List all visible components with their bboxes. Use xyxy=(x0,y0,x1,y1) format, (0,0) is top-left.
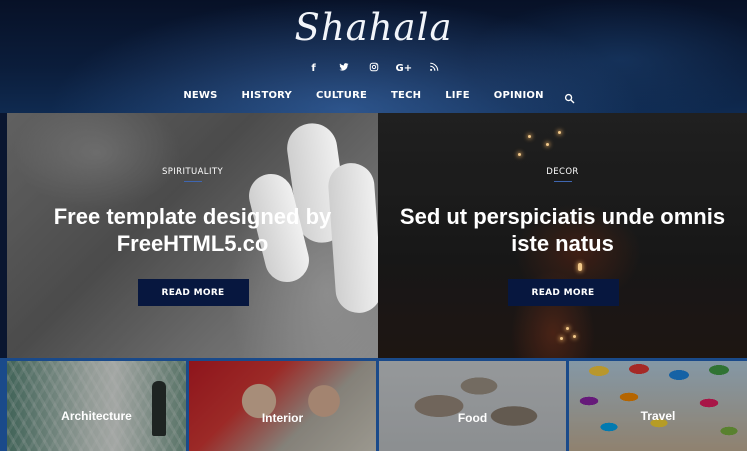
category-label: Architecture xyxy=(61,409,132,423)
read-more-button[interactable]: READ MORE xyxy=(137,279,249,306)
category-label: Food xyxy=(457,411,488,425)
site-logo[interactable]: Shahala xyxy=(0,6,747,49)
instagram-icon[interactable] xyxy=(366,62,382,76)
category-label: Travel xyxy=(640,409,676,423)
search-icon[interactable] xyxy=(564,89,576,104)
category-tile-architecture[interactable]: Architecture xyxy=(7,361,186,451)
category-divider xyxy=(553,181,572,182)
category-divider xyxy=(183,181,202,182)
hero-title[interactable]: Free template designed by FreeHTML5.co xyxy=(27,203,358,257)
read-more-button[interactable]: READ MORE xyxy=(507,279,619,306)
social-links: f G+ xyxy=(0,62,747,76)
nav-item-news[interactable]: NEWS xyxy=(183,90,217,101)
hero-title[interactable]: Sed ut perspiciatis unde omnis iste natu… xyxy=(398,203,727,257)
hero-content: DECOR Sed ut perspiciatis unde omnis ist… xyxy=(378,113,747,358)
twitter-icon[interactable] xyxy=(336,62,352,76)
category-tile-food[interactable]: Food xyxy=(379,361,566,451)
hero-category[interactable]: SPIRITUALITY xyxy=(7,167,378,177)
nav-item-life[interactable]: LIFE xyxy=(445,90,470,101)
site-header: Shahala f G+ NEWS HISTORY CULTURE TECH L… xyxy=(0,0,747,113)
hero-category[interactable]: DECOR xyxy=(378,167,747,177)
category-tile-travel[interactable]: Travel xyxy=(569,361,747,451)
category-tile-interior[interactable]: Interior xyxy=(189,361,376,451)
category-tiles: Architecture Interior Food Travel xyxy=(0,358,747,451)
nav-item-tech[interactable]: TECH xyxy=(391,90,421,101)
hero-card-left[interactable]: SPIRITUALITY Free template designed by F… xyxy=(7,113,378,358)
nav-item-opinion[interactable]: OPINION xyxy=(494,90,544,101)
nav-item-history[interactable]: HISTORY xyxy=(242,90,292,101)
google-plus-icon[interactable]: G+ xyxy=(396,62,413,76)
main-nav: NEWS HISTORY CULTURE TECH LIFE OPINION xyxy=(0,89,747,104)
hero-card-right[interactable]: DECOR Sed ut perspiciatis unde omnis ist… xyxy=(378,113,747,358)
category-label: Interior xyxy=(261,411,304,425)
facebook-icon[interactable]: f xyxy=(306,62,322,76)
rss-icon[interactable] xyxy=(426,62,442,76)
nav-item-culture[interactable]: CULTURE xyxy=(316,90,367,101)
hero-content: SPIRITUALITY Free template designed by F… xyxy=(7,113,378,358)
